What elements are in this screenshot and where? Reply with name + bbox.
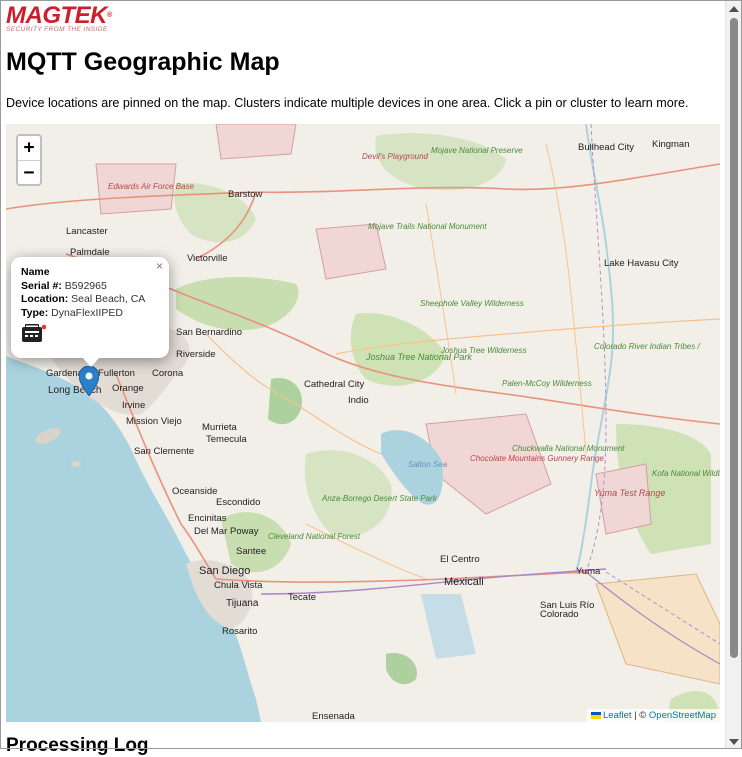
map-label-lancaster: Lancaster (66, 226, 108, 237)
map-label-sheephole: Sheephole Valley Wilderness (420, 299, 524, 308)
map-label-cathedral-city: Cathedral City (304, 379, 365, 390)
map-pin-icon (78, 365, 100, 397)
map-label-tecate: Tecate (288, 592, 316, 603)
popup-location-label: Location: (21, 293, 69, 305)
map-label-mojave-trails: Mojave Trails National Monument (368, 222, 487, 231)
map-label-salton-sea: Salton Sea (408, 460, 448, 469)
map-label-escondido: Escondido (216, 497, 261, 508)
map-label-murrieta: Murrieta (202, 422, 237, 433)
device-map-marker[interactable] (78, 365, 100, 401)
map-label-palen-mccoy: Palen-McCoy Wilderness (502, 379, 592, 388)
map-label-san-bernardino: San Bernardino (176, 327, 243, 338)
map-label-indio: Indio (348, 395, 369, 406)
map-tiles[interactable] (6, 124, 720, 722)
attribution-separator: | © (634, 710, 647, 721)
map-label-gardena: Gardena (46, 368, 83, 379)
map-label-kofa: Kofa National Wildlife Refuge (652, 469, 720, 478)
map-label-chula-vista: Chula Vista (214, 580, 263, 591)
map-label-oceanside: Oceanside (172, 486, 218, 497)
map-label-san-diego: San Diego (199, 565, 251, 577)
map-label-temecula: Temecula (206, 434, 247, 445)
map-label-kingman: Kingman (652, 139, 690, 150)
zoom-control: + − (16, 134, 42, 186)
card-reader-icon (21, 323, 47, 343)
vertical-scrollbar[interactable] (725, 0, 742, 749)
map-label-chocolate-mountains: Chocolate Mountains Gunnery Range (470, 454, 604, 463)
map-label-lake-havasu: Lake Havasu City (604, 258, 679, 269)
map-label-fullerton: Fullerton (98, 368, 135, 379)
map-label-orange: Orange (112, 383, 144, 394)
logo-registered-mark: ® (107, 12, 112, 19)
map-label-santee: Santee (236, 546, 267, 557)
map-label-anza-borrego: Anza-Borrego Desert State Park (322, 494, 437, 503)
map-label-del-mar: Del Mar (194, 526, 228, 537)
map-label-san-luis: San Luis Río Colorado (540, 600, 595, 620)
map-label-el-centro: El Centro (440, 554, 480, 565)
map-label-encinitas: Encinitas (188, 513, 227, 524)
zoom-out-button[interactable]: − (18, 160, 40, 184)
scroll-thumb[interactable] (730, 18, 738, 658)
popup-location-value: Seal Beach, CA (71, 293, 146, 305)
map-label-irvine: Irvine (122, 400, 146, 411)
map-label-chuckwalla: Chuckwalla National Monument (512, 444, 625, 453)
geographic-map[interactable]: Bullhead City Kingman Devil's Playground… (6, 124, 720, 722)
processing-log-heading: Processing Log (6, 735, 149, 756)
popup-name-label: Name (21, 266, 50, 278)
map-label-joshua-tree-wild: Joshua Tree Wilderness (441, 346, 527, 355)
ukraine-flag-icon (591, 711, 601, 719)
magtek-logo: MAGTEK® SECURITY FROM THE INSIDE (6, 2, 112, 34)
page-description: Device locations are pinned on the map. … (6, 96, 689, 110)
map-label-mission-viejo: Mission Viejo (126, 416, 182, 427)
page-title: MQTT Geographic Map (6, 48, 280, 76)
leaflet-link[interactable]: Leaflet (603, 710, 632, 721)
map-label-bullhead-city: Bullhead City (578, 142, 634, 153)
map-label-poway: Poway (230, 526, 259, 537)
popup-tip (82, 357, 100, 367)
map-label-rosarito: Rosarito (222, 626, 258, 637)
map-label-riverside: Riverside (176, 349, 216, 360)
popup-serial-value: B592965 (64, 279, 107, 292)
map-label-victorville: Victorville (187, 253, 228, 264)
logo-tagline: SECURITY FROM THE INSIDE (6, 26, 108, 33)
openstreetmap-link[interactable]: OpenStreetMap (649, 710, 716, 721)
popup-type-value: DynaFlexIIPED (51, 306, 123, 319)
map-label-yuma: Yuma (576, 566, 601, 577)
map-label-barstow: Barstow (228, 189, 263, 200)
device-popup: × Name Serial #: B592965 Location: Seal … (11, 257, 169, 367)
popup-close-button[interactable]: × (156, 259, 163, 274)
scroll-up-arrow-icon[interactable] (729, 6, 739, 12)
popup-type-label: Type: (21, 306, 49, 319)
zoom-in-button[interactable]: + (18, 136, 40, 160)
scroll-down-arrow-icon[interactable] (729, 739, 739, 745)
map-label-edwards-afb: Edwards Air Force Base (108, 182, 194, 191)
popup-serial-label: Serial #: (21, 279, 62, 292)
map-label-mojave-preserve: Mojave National Preserve (431, 146, 523, 155)
map-label-yuma-test: Yuma Test Range (594, 488, 666, 498)
status-dot (41, 324, 47, 330)
map-attribution: Leaflet | © OpenStreetMap (587, 709, 720, 722)
map-label-cleveland-nf: Cleveland National Forest (268, 532, 361, 541)
map-label-mexicali: Mexicali (444, 576, 484, 588)
logo-wordmark: MAGTEK (6, 2, 108, 29)
map-label-san-clemente: San Clemente (134, 446, 195, 457)
map-label-devils-playground: Devil's Playground (362, 152, 429, 161)
map-label-corona: Corona (152, 368, 184, 379)
map-label-colorado-river: Colorado River Indian Tribes / (594, 342, 700, 351)
map-label-tijuana: Tijuana (226, 598, 259, 609)
map-label-ensenada: Ensenada (312, 711, 355, 722)
